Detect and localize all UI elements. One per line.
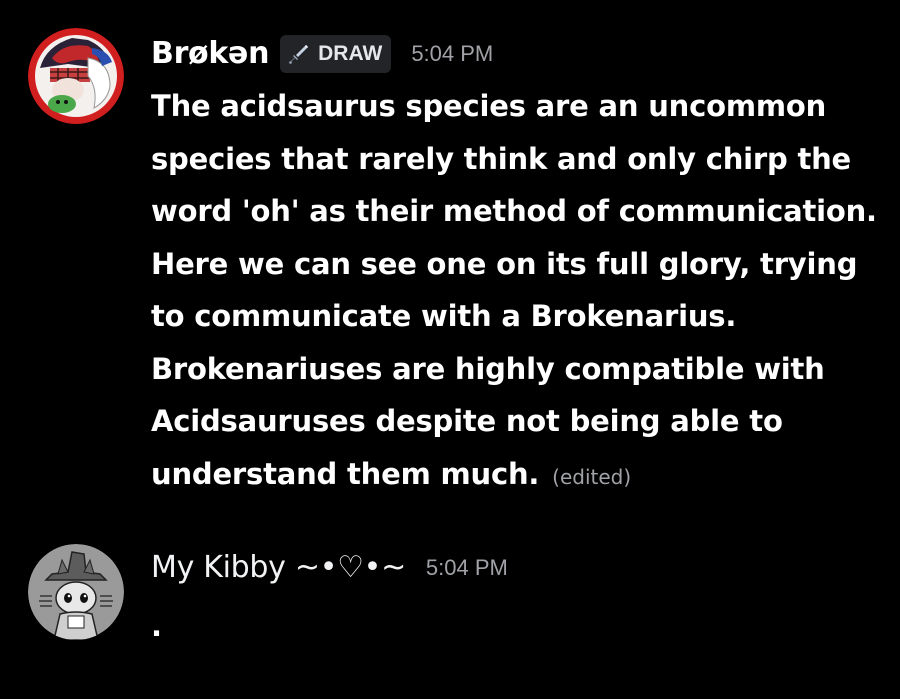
edited-label: (edited) (552, 464, 632, 489)
avatar[interactable] (28, 28, 124, 124)
role-tag[interactable]: DRAW (280, 35, 392, 73)
timestamp[interactable]: 5:04 PM (411, 43, 493, 65)
message-text: The acidsaurus species are an uncommon s… (151, 80, 881, 503)
timestamp[interactable]: 5:04 PM (426, 557, 508, 579)
sword-icon (289, 45, 309, 64)
message-content: The acidsaurus species are an uncommon s… (151, 89, 877, 491)
tag-label: DRAW (318, 42, 383, 65)
message-text: . (151, 600, 881, 653)
message-content: . (151, 609, 162, 643)
message-header: My Kibby ~•♡•~ 5:04 PM (151, 542, 881, 594)
avatar-image (28, 544, 124, 640)
avatar-image (28, 28, 124, 124)
username[interactable]: Brøkən (151, 39, 269, 69)
username[interactable]: My Kibby ~•♡•~ (151, 553, 406, 583)
avatar[interactable] (28, 544, 124, 640)
message-header: Brøkən DRAW 5:04 PM (151, 28, 881, 80)
